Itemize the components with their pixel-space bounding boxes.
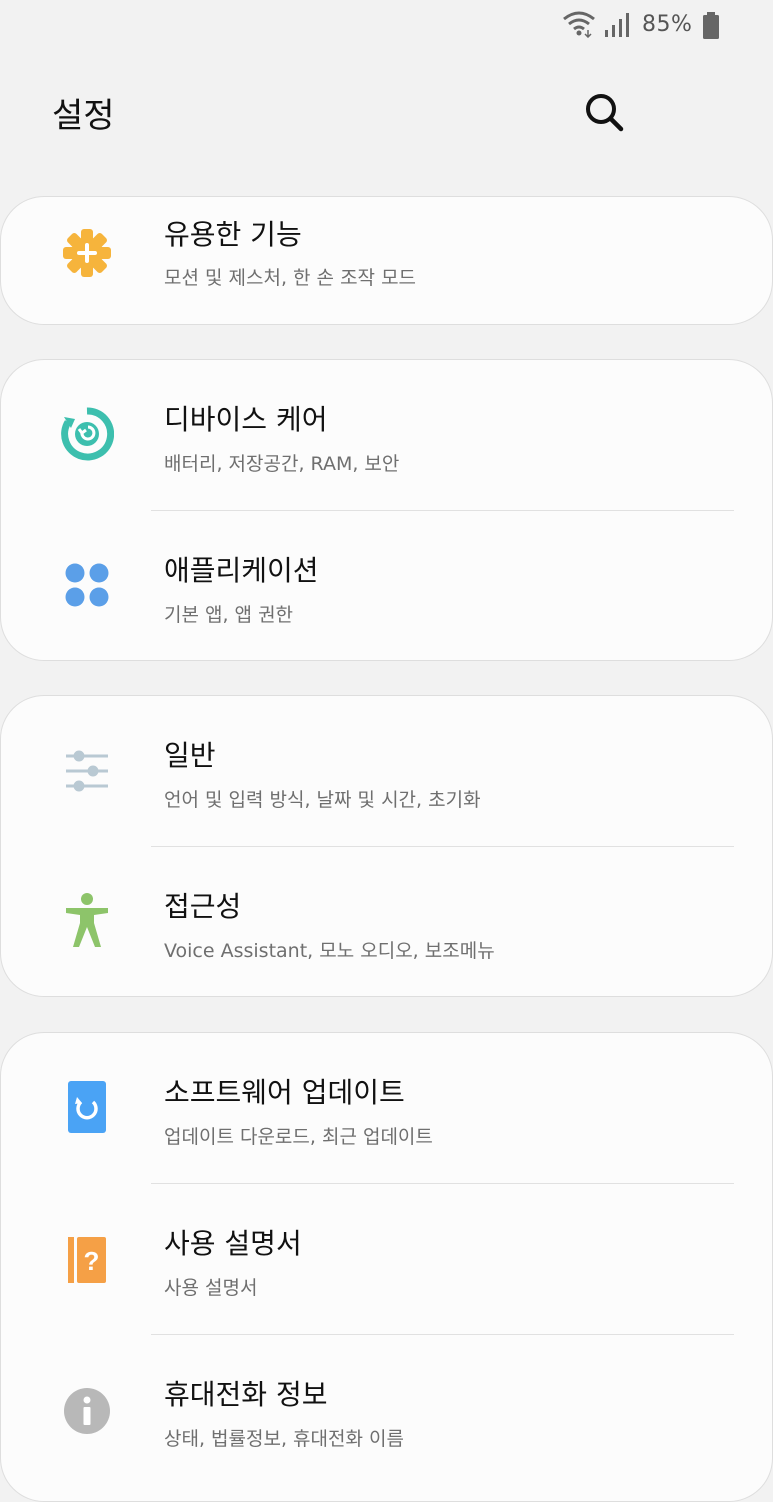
settings-item-applications[interactable]: 애플리케이션 기본 앱, 앱 권한 [1,511,772,662]
search-icon[interactable] [582,90,626,134]
settings-item-label: 소프트웨어 업데이트 [164,1076,405,1109]
signal-icon [605,13,629,37]
info-icon [59,1383,115,1439]
battery-percentage: 85% [642,12,693,37]
wifi-icon [563,11,595,38]
settings-item-subtitle: 업데이트 다운로드, 최근 업데이트 [164,1126,433,1148]
settings-item-user-manual[interactable]: ? 사용 설명서 사용 설명서 [1,1184,772,1335]
page-title: 설정 [52,96,115,136]
settings-item-subtitle: 사용 설명서 [164,1277,258,1299]
settings-item-software-update[interactable]: 소프트웨어 업데이트 업데이트 다운로드, 최근 업데이트 [1,1033,772,1184]
settings-card-general: 일반 언어 및 입력 방식, 날짜 및 시간, 초기화 접근성 Voice As… [0,695,773,997]
battery-icon [703,12,719,39]
settings-item-label: 디바이스 케어 [164,403,328,436]
status-bar: 85% [0,0,773,54]
settings-item-subtitle: 언어 및 입력 방식, 날짜 및 시간, 초기화 [164,789,481,811]
settings-card-support: 소프트웨어 업데이트 업데이트 다운로드, 최근 업데이트 ? 사용 설명서 사… [0,1032,773,1502]
user-manual-icon: ? [59,1232,115,1288]
apps-icon [59,557,115,613]
settings-item-label: 애플리케이션 [164,554,319,587]
settings-item-label: 사용 설명서 [164,1227,302,1260]
settings-item-device-care[interactable]: 디바이스 케어 배터리, 저장공간, RAM, 보안 [1,360,772,511]
settings-item-label: 접근성 [164,890,242,923]
gear-plus-icon [59,225,115,281]
svg-text:?: ? [84,1246,100,1276]
settings-item-label: 일반 [164,739,216,772]
sliders-icon [59,743,115,799]
settings-item-label: 휴대전화 정보 [164,1378,328,1411]
settings-item-label: 유용한 기능 [164,218,302,251]
settings-item-subtitle: 상태, 법률정보, 휴대전화 이름 [164,1428,404,1450]
settings-card-device: 디바이스 케어 배터리, 저장공간, RAM, 보안 애플리케이션 기본 앱, … [0,359,773,661]
settings-card-useful: 유용한 기능 모션 및 제스처, 한 손 조작 모드 [0,196,773,325]
settings-item-accessibility[interactable]: 접근성 Voice Assistant, 모노 오디오, 보조메뉴 [1,847,772,998]
accessibility-icon [59,893,115,949]
settings-item-subtitle: 기본 앱, 앱 권한 [164,604,294,626]
settings-item-useful-features[interactable]: 유용한 기능 모션 및 제스처, 한 손 조작 모드 [1,197,772,326]
settings-item-subtitle: 모션 및 제스처, 한 손 조작 모드 [164,267,417,289]
settings-item-phone-info[interactable]: 휴대전화 정보 상태, 법률정보, 휴대전화 이름 [1,1335,772,1486]
settings-item-subtitle: Voice Assistant, 모노 오디오, 보조메뉴 [164,940,495,962]
settings-item-general[interactable]: 일반 언어 및 입력 방식, 날짜 및 시간, 초기화 [1,696,772,847]
software-update-icon [59,1079,115,1135]
header: 설정 [0,76,773,146]
settings-item-subtitle: 배터리, 저장공간, RAM, 보안 [164,453,400,475]
device-care-icon [59,406,115,462]
